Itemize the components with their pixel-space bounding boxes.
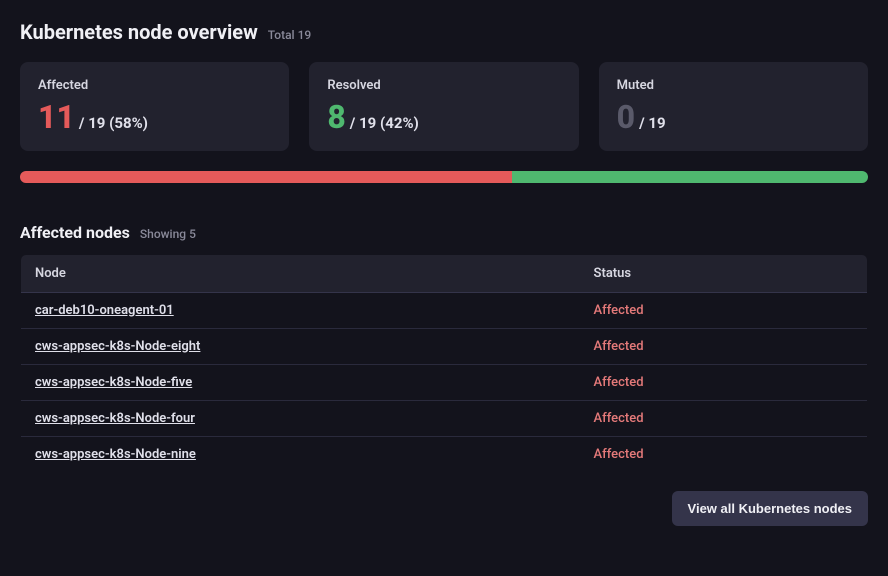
node-link[interactable]: car-deb10-oneagent-01 — [35, 303, 174, 318]
footer: View all Kubernetes nodes — [20, 491, 868, 526]
section-header: Affected nodes Showing 5 — [20, 223, 868, 242]
node-link[interactable]: cws-appsec-k8s-Node-five — [35, 375, 192, 390]
cell-status: Affected — [580, 329, 868, 365]
card-muted: Muted 0 / 19 — [599, 62, 868, 151]
affected-rest: / 19 (58%) — [79, 114, 148, 132]
affected-nodes-table: Node Status car-deb10-oneagent-01 Affecte… — [20, 254, 868, 473]
cell-node: cws-appsec-k8s-Node-four — [21, 401, 580, 437]
table-row: cws-appsec-k8s-Node-eight Affected — [21, 329, 868, 365]
cell-status: Affected — [580, 401, 868, 437]
cell-node: cws-appsec-k8s-Node-eight — [21, 329, 580, 365]
table-row: cws-appsec-k8s-Node-five Affected — [21, 365, 868, 401]
table-row: car-deb10-oneagent-01 Affected — [21, 293, 868, 329]
table-header-row: Node Status — [21, 255, 868, 293]
muted-rest: / 19 — [639, 114, 666, 132]
page-subtitle: Total 19 — [268, 28, 311, 42]
progress-resolved — [512, 171, 868, 183]
resolved-rest: / 19 (42%) — [350, 114, 419, 132]
card-resolved: Resolved 8 / 19 (42%) — [309, 62, 578, 151]
page-title: Kubernetes node overview — [20, 20, 258, 44]
progress-bar — [20, 171, 868, 183]
section-title: Affected nodes — [20, 223, 130, 242]
card-resolved-value: 8 / 19 (42%) — [327, 101, 560, 133]
table-row: cws-appsec-k8s-Node-nine Affected — [21, 437, 868, 473]
resolved-count: 8 — [327, 101, 345, 133]
cell-node: car-deb10-oneagent-01 — [21, 293, 580, 329]
th-status: Status — [580, 255, 868, 293]
card-affected-label: Affected — [38, 78, 271, 93]
node-link[interactable]: cws-appsec-k8s-Node-nine — [35, 447, 196, 462]
cell-status: Affected — [580, 293, 868, 329]
cell-status: Affected — [580, 437, 868, 473]
cell-node: cws-appsec-k8s-Node-nine — [21, 437, 580, 473]
cell-node: cws-appsec-k8s-Node-five — [21, 365, 580, 401]
card-muted-label: Muted — [617, 78, 850, 93]
cell-status: Affected — [580, 365, 868, 401]
affected-count: 11 — [38, 101, 75, 133]
card-affected: Affected 11 / 19 (58%) — [20, 62, 289, 151]
view-all-button[interactable]: View all Kubernetes nodes — [672, 491, 868, 526]
th-node: Node — [21, 255, 580, 293]
progress-affected — [20, 171, 512, 183]
card-affected-value: 11 / 19 (58%) — [38, 101, 271, 133]
node-link[interactable]: cws-appsec-k8s-Node-eight — [35, 339, 200, 354]
card-resolved-label: Resolved — [327, 78, 560, 93]
page-header: Kubernetes node overview Total 19 — [20, 20, 868, 44]
node-link[interactable]: cws-appsec-k8s-Node-four — [35, 411, 195, 426]
section-subtitle: Showing 5 — [140, 227, 196, 241]
table-row: cws-appsec-k8s-Node-four Affected — [21, 401, 868, 437]
card-muted-value: 0 / 19 — [617, 101, 850, 133]
summary-cards: Affected 11 / 19 (58%) Resolved 8 / 19 (… — [20, 62, 868, 151]
muted-count: 0 — [617, 101, 635, 133]
